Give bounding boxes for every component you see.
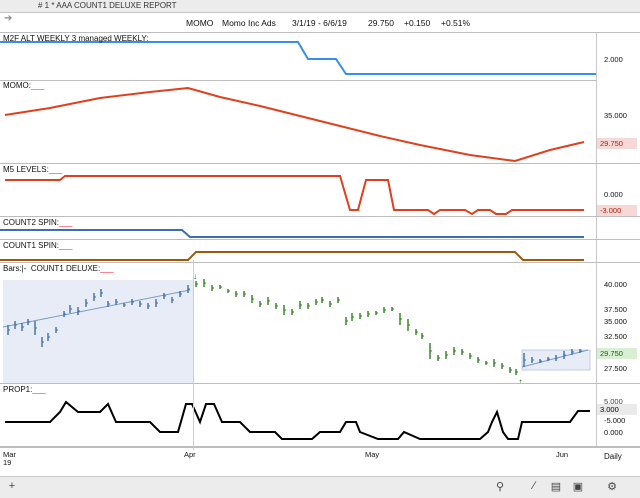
- x-axis: Mar 19 Apr May Jun: [0, 447, 640, 467]
- bars-tick-40: 40.000: [604, 280, 627, 289]
- price-change: +0.150: [404, 18, 431, 28]
- count1-plot: [0, 251, 584, 261]
- up-arrow-marker: ↑: [518, 377, 523, 383]
- settings-icon[interactable]: ⚙: [604, 480, 620, 493]
- search-icon[interactable]: ⚲: [492, 480, 508, 493]
- count2-label: COUNT2 SPIN:: [3, 218, 60, 227]
- prop1-badge: 3.000: [597, 404, 637, 415]
- count2-pane[interactable]: COUNT2 SPIN:___: [0, 217, 640, 240]
- momo-plot: [4, 86, 585, 163]
- date-cursor-line: [193, 260, 194, 450]
- prop1-pane[interactable]: PROP1:___ 5.000 3.000 -5.000 0.000: [0, 384, 640, 447]
- count2-line: [0, 229, 584, 238]
- bars-tick-37: 37.500: [604, 305, 627, 314]
- symbol: MOMO: [186, 18, 214, 28]
- m2f-pane[interactable]: M2F ALT WEEKLY 3 managed WEEKLY:___ 2.00…: [0, 32, 640, 81]
- prop1-line: [5, 400, 590, 440]
- chart-icon[interactable]: ▤: [548, 480, 564, 493]
- prop1-plot: [5, 400, 590, 440]
- add-icon[interactable]: +: [4, 480, 20, 492]
- symbol-header: MOMO Momo Inc Ads 3/1/19 - 6/6/19 29.750…: [0, 12, 640, 32]
- momo-axis: [596, 80, 640, 163]
- momo-line: [4, 86, 585, 163]
- bars-pane[interactable]: Bars:|- COUNT1 DELUXE:___ ↓ ↑ 40.000 37.…: [0, 263, 640, 384]
- count1-line: [0, 251, 584, 261]
- prop1-tick-neg5: -5.000: [604, 416, 626, 425]
- bottom-toolbar: + ⚲ ∕ ▤ ▣ ⚙: [0, 476, 640, 498]
- m5-badge: -3.000: [597, 205, 637, 216]
- x-label-jun: Jun: [556, 450, 569, 459]
- m5-pane[interactable]: M5 LEVELS:___ 0.000 -3.000: [0, 164, 640, 217]
- m2f-line: [0, 41, 596, 75]
- date-range: 3/1/19 - 6/6/19: [292, 18, 347, 28]
- last-price: 29.750: [368, 18, 394, 28]
- x-label-year: 19: [3, 458, 12, 467]
- m2f-label: M2F ALT WEEKLY 3 managed WEEKLY:: [3, 34, 149, 43]
- m5-tick: 0.000: [604, 190, 623, 199]
- bars-tick-27: 27.500: [604, 364, 627, 373]
- bars-plot: ↓ ↑: [2, 271, 591, 383]
- period-selector[interactable]: Daily: [604, 452, 622, 461]
- count2-axis: [596, 217, 640, 239]
- bars-tick-32: 32.500: [604, 332, 627, 341]
- momo-label: MOMO:: [3, 81, 31, 90]
- toggle-icon[interactable]: ▣: [570, 480, 586, 493]
- count1-label: COUNT1 SPIN:: [3, 241, 60, 250]
- count2-plot: [0, 229, 584, 238]
- percent-change: +0.51%: [441, 18, 471, 28]
- x-label-may: May: [365, 450, 380, 459]
- window-title: # 1 * AAA COUNT1 DELUXE REPORT: [38, 1, 177, 10]
- line-tool-icon[interactable]: ∕: [526, 480, 542, 492]
- prop1-tick-0: 0.000: [604, 428, 623, 437]
- count1-pane[interactable]: COUNT1 SPIN:___: [0, 240, 640, 263]
- count1-axis: [596, 240, 640, 262]
- company-name: Momo Inc Ads: [222, 18, 276, 28]
- momo-pane[interactable]: MOMO:___ 35.000 29.750: [0, 80, 640, 164]
- bars-tick-35: 35.000: [604, 317, 627, 326]
- bars-price-badge: 29.750: [597, 348, 637, 359]
- m5-plot: [5, 175, 584, 216]
- m5-label: M5 LEVELS:: [3, 165, 49, 174]
- momo-tick: 35.000: [604, 111, 627, 120]
- bars-label: COUNT1 DELUXE:: [30, 264, 101, 273]
- momo-price-badge: 29.750: [597, 138, 637, 149]
- prop1-label: PROP1:: [3, 385, 33, 394]
- x-label-apr: Apr: [184, 450, 196, 459]
- bars-prefix: Bars:|-: [3, 264, 27, 273]
- m2f-tick: 2.000: [604, 55, 623, 64]
- m5-line: [5, 175, 584, 216]
